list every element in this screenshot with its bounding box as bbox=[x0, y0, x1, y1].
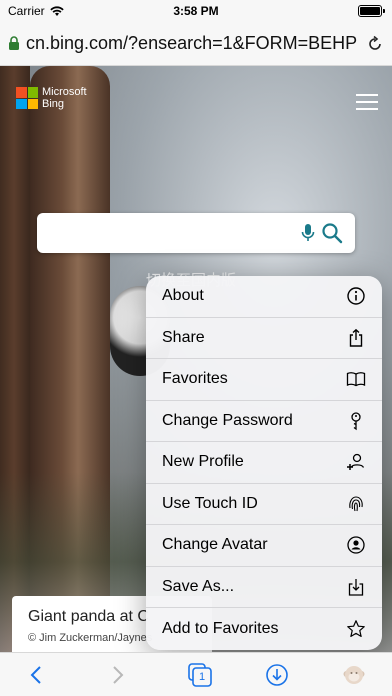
star-icon bbox=[346, 619, 366, 639]
status-time: 3:58 PM bbox=[173, 4, 219, 18]
menu-item-about[interactable]: About bbox=[146, 276, 382, 318]
search-icon[interactable] bbox=[321, 222, 343, 244]
menu-item-share[interactable]: Share bbox=[146, 318, 382, 359]
menu-item-label: Share bbox=[162, 328, 205, 346]
download-circle-icon bbox=[266, 664, 288, 686]
key-icon bbox=[346, 411, 366, 431]
menu-item-change-password[interactable]: Change Password bbox=[146, 401, 382, 442]
menu-item-add-to-favorites[interactable]: Add to Favorites bbox=[146, 608, 382, 650]
download-box-icon bbox=[346, 577, 366, 597]
url-text[interactable]: cn.bing.com/?ensearch=1&FORM=BEHP bbox=[26, 33, 366, 54]
profile-button[interactable] bbox=[340, 661, 368, 689]
share-icon bbox=[346, 328, 366, 348]
menu-item-label: Save As... bbox=[162, 577, 235, 595]
avatar-icon bbox=[346, 535, 366, 555]
chevron-left-icon bbox=[30, 666, 41, 684]
menu-item-label: New Profile bbox=[162, 453, 244, 471]
tab-count: 1 bbox=[199, 671, 206, 683]
menu-item-label: Change Avatar bbox=[162, 536, 268, 554]
microsoft-logo-icon bbox=[16, 87, 38, 109]
info-icon bbox=[346, 286, 366, 306]
menu-item-label: About bbox=[162, 287, 204, 305]
context-menu: About Share Favorites Change Password Ne… bbox=[146, 276, 382, 650]
chevron-right-icon bbox=[113, 666, 124, 684]
menu-item-label: Use Touch ID bbox=[162, 494, 258, 512]
monkey-avatar-icon bbox=[343, 666, 365, 684]
logo-line2: Bing bbox=[42, 98, 65, 110]
menu-item-touch-id[interactable]: Use Touch ID bbox=[146, 484, 382, 525]
forward-button[interactable] bbox=[104, 661, 132, 689]
downloads-button[interactable] bbox=[263, 661, 291, 689]
microphone-icon[interactable] bbox=[301, 223, 315, 243]
book-icon bbox=[346, 369, 366, 389]
tabs-button[interactable]: 1 bbox=[186, 661, 214, 689]
address-bar[interactable]: cn.bing.com/?ensearch=1&FORM=BEHP bbox=[0, 22, 392, 66]
menu-item-label: Favorites bbox=[162, 370, 228, 388]
menu-item-new-profile[interactable]: New Profile bbox=[146, 442, 382, 484]
reload-icon[interactable] bbox=[366, 35, 384, 53]
status-bar: Carrier 3:58 PM bbox=[0, 0, 392, 22]
bing-logo[interactable]: Microsoft Bing bbox=[16, 86, 87, 110]
add-person-icon bbox=[346, 452, 366, 472]
menu-item-label: Change Password bbox=[162, 411, 293, 429]
hamburger-menu-icon[interactable] bbox=[356, 94, 378, 110]
battery-icon bbox=[358, 5, 385, 17]
menu-item-favorites[interactable]: Favorites bbox=[146, 359, 382, 401]
menu-item-change-avatar[interactable]: Change Avatar bbox=[146, 525, 382, 567]
bottom-toolbar: 1 bbox=[0, 652, 392, 696]
logo-line1: Microsoft bbox=[42, 86, 87, 98]
back-button[interactable] bbox=[22, 661, 50, 689]
menu-item-label: Add to Favorites bbox=[162, 619, 279, 637]
fingerprint-icon bbox=[346, 494, 366, 514]
search-input[interactable] bbox=[37, 213, 355, 253]
menu-item-save-as[interactable]: Save As... bbox=[146, 567, 382, 608]
lock-icon bbox=[9, 36, 19, 50]
